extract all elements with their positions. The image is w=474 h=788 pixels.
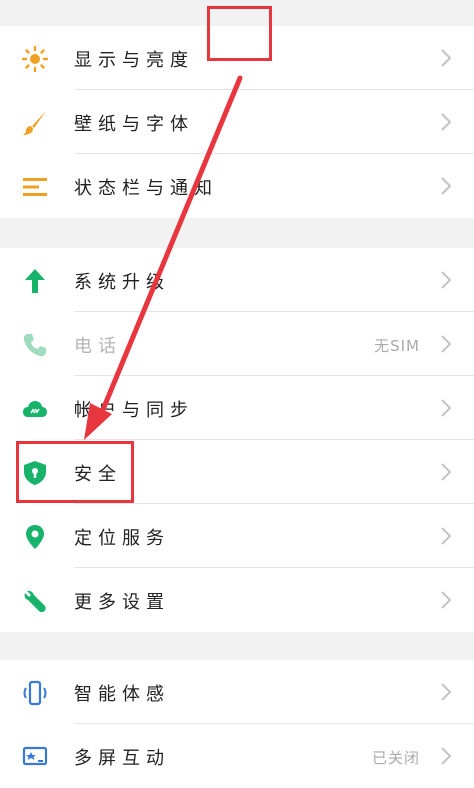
annotation-arrow bbox=[84, 75, 243, 440]
